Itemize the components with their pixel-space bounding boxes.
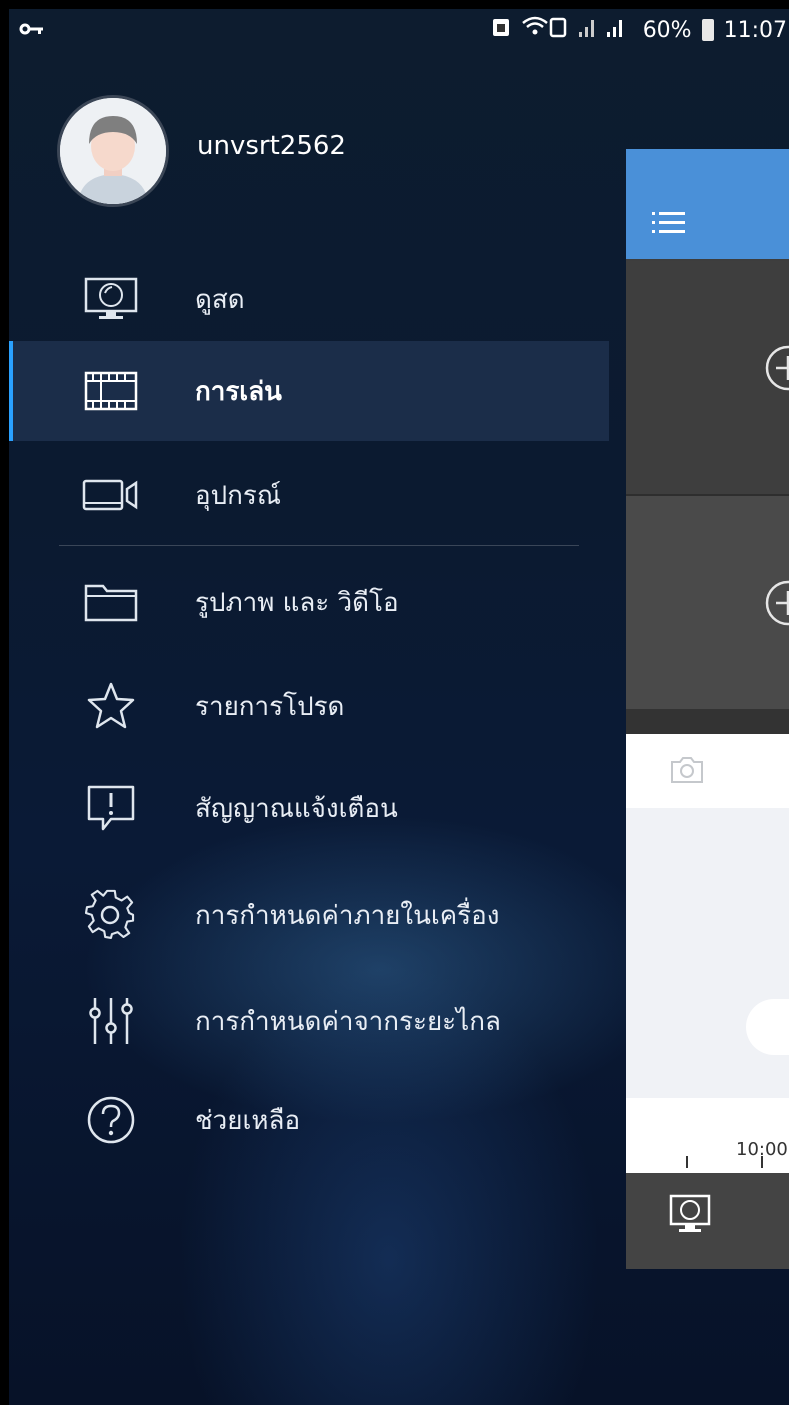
- bottom-nav: [626, 1173, 789, 1269]
- content-area: [626, 808, 789, 1098]
- menu-item-live-view[interactable]: ดูสด: [9, 249, 609, 349]
- video-window-2[interactable]: [626, 496, 789, 709]
- menu-item-label: รายการโปรด: [195, 691, 345, 722]
- alert-icon: [75, 776, 147, 840]
- app-header: [626, 149, 789, 259]
- snapshot-icon[interactable]: [670, 756, 704, 788]
- status-bar: 60% 11:07: [9, 9, 789, 53]
- menu-item-devices[interactable]: อุปกรณ์: [9, 445, 609, 545]
- battery-percent: 60%: [642, 17, 692, 43]
- menu-item-photos-videos[interactable]: รูปภาพ และ วิดีโอ: [9, 552, 609, 652]
- menu-item-label: ดูสด: [195, 284, 245, 315]
- toolbar: [626, 734, 789, 808]
- add-icon[interactable]: [763, 578, 789, 628]
- main-content-preview[interactable]: 10:00: [626, 149, 789, 1269]
- sim-icon: [491, 16, 511, 44]
- monitor-icon[interactable]: [668, 1193, 712, 1241]
- monitor-icon: [75, 267, 147, 331]
- film-icon: [75, 359, 147, 423]
- clock: 11:07: [723, 17, 787, 43]
- menu-item-label: การเล่น: [195, 376, 282, 407]
- menu-item-label: รูปภาพ และ วิดีโอ: [195, 587, 399, 618]
- menu-item-help[interactable]: ช่วยเหลือ: [9, 1070, 609, 1170]
- gear-icon: [75, 883, 147, 947]
- key-icon: [19, 17, 45, 42]
- menu-item-remote-settings[interactable]: การกำหนดค่าจากระยะไกล: [9, 971, 609, 1071]
- menu-item-label: การกำหนดค่าภายในเครื่อง: [195, 900, 500, 931]
- app-screen: 60% 11:07 unvsrt2562 ดูสด การเล่น อุปกรณ…: [9, 9, 789, 1405]
- battery-icon: [701, 19, 714, 41]
- menu-item-alarms[interactable]: สัญญาณแจ้งเตือน: [9, 758, 609, 858]
- wifi-icon: [521, 15, 567, 45]
- active-indicator: [9, 341, 13, 441]
- hamburger-icon[interactable]: [652, 209, 686, 241]
- menu-item-label: สัญญาณแจ้งเตือน: [195, 793, 398, 824]
- signal-icon: [577, 16, 633, 44]
- timeline-label: 10:00: [736, 1139, 788, 1160]
- video-window-1[interactable]: [626, 261, 789, 496]
- username: unvsrt2562: [197, 131, 346, 161]
- panel-separator: [626, 709, 789, 734]
- sliders-icon: [75, 989, 147, 1053]
- menu-item-label: อุปกรณ์: [195, 480, 281, 511]
- menu-item-favorites[interactable]: รายการโปรด: [9, 656, 609, 756]
- add-icon[interactable]: [763, 343, 789, 393]
- menu-divider: [59, 545, 579, 546]
- timeline[interactable]: [626, 1098, 789, 1173]
- menu-item-label: ช่วยเหลือ: [195, 1105, 301, 1136]
- menu-item-playback[interactable]: การเล่น: [9, 341, 609, 441]
- folder-icon: [75, 570, 147, 634]
- star-icon: [75, 674, 147, 738]
- menu-item-label: การกำหนดค่าจากระยะไกล: [195, 1006, 501, 1037]
- help-icon: [75, 1088, 147, 1152]
- menu-item-local-settings[interactable]: การกำหนดค่าภายในเครื่อง: [9, 865, 609, 965]
- avatar[interactable]: [57, 95, 169, 207]
- camera-device-icon: [75, 463, 147, 527]
